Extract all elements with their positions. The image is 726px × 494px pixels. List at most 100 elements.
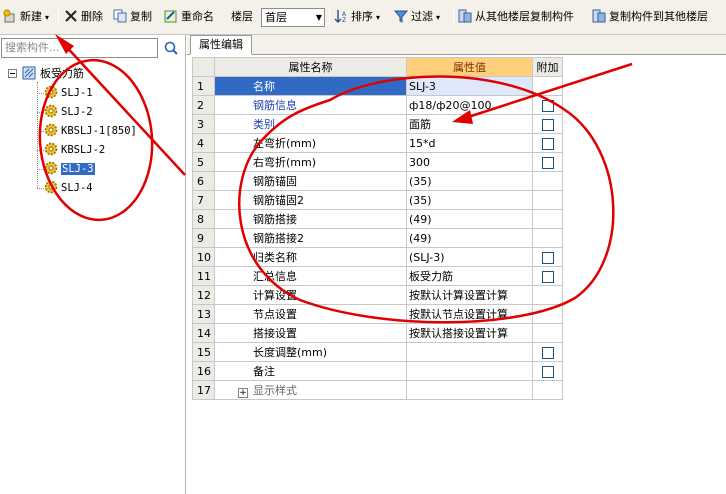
extra-cell[interactable] — [532, 247, 563, 267]
property-name-cell[interactable]: 钢筋锚固 — [214, 171, 407, 191]
property-name-cell[interactable]: 钢筋锚固2 — [214, 190, 407, 210]
property-value-cell[interactable]: 15*d — [406, 133, 533, 153]
property-value-cell[interactable]: 按默认节点设置计算 — [406, 304, 533, 324]
extra-checkbox[interactable] — [541, 118, 554, 131]
extra-cell[interactable] — [532, 95, 563, 115]
sort-button[interactable]: A Z 排序 ▾ — [334, 7, 380, 27]
property-name-cell[interactable]: 左弯折(mm) — [214, 133, 407, 153]
extra-header[interactable]: 附加 — [532, 57, 563, 77]
property-name-cell[interactable]: 钢筋搭接 — [214, 209, 407, 229]
table-row[interactable]: 8 钢筋搭接 (49) — [192, 209, 563, 229]
property-name-cell[interactable]: 汇总信息 — [214, 266, 407, 286]
copy-from-floor-button[interactable]: 从其他楼层复制构件 — [458, 7, 574, 27]
property-name-cell[interactable]: 长度调整(mm) — [214, 342, 407, 362]
property-value-cell[interactable]: (SLJ-3) — [406, 247, 533, 267]
property-name: 长度调整(mm) — [253, 346, 328, 359]
property-value-cell[interactable]: 按默认计算设置计算 — [406, 285, 533, 305]
property-name-cell[interactable]: 钢筋信息 — [214, 95, 407, 115]
tree-item-label: SLJ-4 — [61, 182, 93, 194]
property-value-cell[interactable]: 面筋 — [406, 114, 533, 134]
tree-item[interactable]: SLJ-4 — [44, 180, 93, 196]
new-button[interactable]: 新建 ▾ — [3, 7, 49, 27]
property-value-cell[interactable]: ф18/ф20@100 — [406, 95, 533, 115]
tree-item[interactable]: SLJ-1 — [44, 85, 93, 101]
extra-cell[interactable] — [532, 361, 563, 381]
floor-select[interactable]: 首层 ▼ — [261, 8, 325, 27]
extra-checkbox[interactable] — [541, 99, 554, 112]
expand-icon[interactable]: + — [238, 388, 248, 398]
extra-cell[interactable] — [532, 133, 563, 153]
property-value-cell[interactable]: SLJ-3 — [406, 76, 533, 96]
property-name-cell[interactable]: 归类名称 — [214, 247, 407, 267]
property-value-header[interactable]: 属性值 — [406, 57, 533, 77]
table-row[interactable]: 10 归类名称 (SLJ-3) — [192, 247, 563, 267]
property-value-cell[interactable]: 按默认搭接设置计算 — [406, 323, 533, 343]
chevron-down-icon[interactable]: ▾ — [45, 13, 49, 22]
copy-to-floor-button[interactable]: 复制构件到其他楼层 — [592, 7, 708, 27]
property-value-cell[interactable]: 板受力筋 — [406, 266, 533, 286]
property-value-cell[interactable]: 300 — [406, 152, 533, 172]
rename-button[interactable]: 重命名 — [164, 7, 214, 27]
table-row[interactable]: 7 钢筋锚固2 (35) — [192, 190, 563, 210]
tree-connector — [37, 82, 38, 188]
property-name-cell[interactable]: 备注 — [214, 361, 407, 381]
extra-cell[interactable] — [532, 114, 563, 134]
tab-property-edit[interactable]: 属性编辑 — [190, 35, 252, 55]
table-row[interactable]: 9 钢筋搭接2 (49) — [192, 228, 563, 248]
search-icon[interactable] — [160, 38, 182, 58]
table-row[interactable]: 6 钢筋锚固 (35) — [192, 171, 563, 191]
property-name-cell[interactable]: 节点设置 — [214, 304, 407, 324]
extra-cell — [532, 209, 563, 229]
table-row[interactable]: 15 长度调整(mm) — [192, 342, 563, 362]
table-row[interactable]: 1 名称 SLJ-3 — [192, 76, 563, 96]
copy-button[interactable]: 复制 — [113, 7, 152, 27]
table-row[interactable]: 17 + 显示样式 — [192, 380, 563, 400]
tree-item[interactable]: SLJ-2 — [44, 104, 93, 120]
property-name-cell[interactable]: 搭接设置 — [214, 323, 407, 343]
search-input[interactable]: 搜索构件... — [1, 38, 158, 58]
extra-checkbox[interactable] — [541, 156, 554, 169]
property-value-cell[interactable]: (49) — [406, 209, 533, 229]
collapse-icon[interactable] — [8, 69, 17, 78]
table-row[interactable]: 16 备注 — [192, 361, 563, 381]
extra-cell[interactable] — [532, 266, 563, 286]
delete-button[interactable]: 删除 — [64, 7, 103, 27]
property-name-cell[interactable]: 右弯折(mm) — [214, 152, 407, 172]
extra-cell[interactable] — [532, 342, 563, 362]
tree-root[interactable]: 板受力筋 — [8, 66, 84, 82]
chevron-down-icon[interactable]: ▾ — [376, 13, 380, 22]
property-name-cell[interactable]: 钢筋搭接2 — [214, 228, 407, 248]
property-name: 节点设置 — [253, 308, 297, 321]
property-name-cell[interactable]: 计算设置 — [214, 285, 407, 305]
property-name-header[interactable]: 属性名称 — [214, 57, 407, 77]
tree-item[interactable]: SLJ-3 — [44, 161, 95, 177]
property-name-cell[interactable]: 名称 — [214, 76, 407, 96]
filter-button[interactable]: 过滤 ▾ — [394, 7, 440, 27]
property-value-cell[interactable]: (35) — [406, 171, 533, 191]
property-name-cell[interactable]: + 显示样式 — [214, 380, 407, 400]
property-value-cell[interactable] — [406, 380, 533, 400]
tree-item[interactable]: KBSLJ-2 — [44, 142, 105, 158]
table-row[interactable]: 13 节点设置 按默认节点设置计算 — [192, 304, 563, 324]
extra-checkbox[interactable] — [541, 251, 554, 264]
tree-item[interactable]: KBSLJ-1[850] — [44, 123, 137, 139]
property-value-cell[interactable]: (35) — [406, 190, 533, 210]
property-name-cell[interactable]: 类别 — [214, 114, 407, 134]
property-value-cell[interactable] — [406, 361, 533, 381]
property-value-cell[interactable]: (49) — [406, 228, 533, 248]
table-row[interactable]: 14 搭接设置 按默认搭接设置计算 — [192, 323, 563, 343]
extra-checkbox[interactable] — [541, 137, 554, 150]
table-row[interactable]: 4 左弯折(mm) 15*d — [192, 133, 563, 153]
extra-checkbox[interactable] — [541, 365, 554, 378]
chevron-down-icon[interactable]: ▾ — [436, 13, 440, 22]
table-row[interactable]: 5 右弯折(mm) 300 — [192, 152, 563, 172]
grid-body: 1 名称 SLJ-3 2 钢筋信息 ф18/ф20@100 3 类别 面筋 4 左弯折(mm) 15*… — [192, 76, 563, 400]
extra-cell[interactable] — [532, 152, 563, 172]
table-row[interactable]: 2 钢筋信息 ф18/ф20@100 — [192, 95, 563, 115]
extra-checkbox[interactable] — [541, 270, 554, 283]
table-row[interactable]: 11 汇总信息 板受力筋 — [192, 266, 563, 286]
table-row[interactable]: 3 类别 面筋 — [192, 114, 563, 134]
extra-checkbox[interactable] — [541, 346, 554, 359]
property-value-cell[interactable] — [406, 342, 533, 362]
table-row[interactable]: 12 计算设置 按默认计算设置计算 — [192, 285, 563, 305]
